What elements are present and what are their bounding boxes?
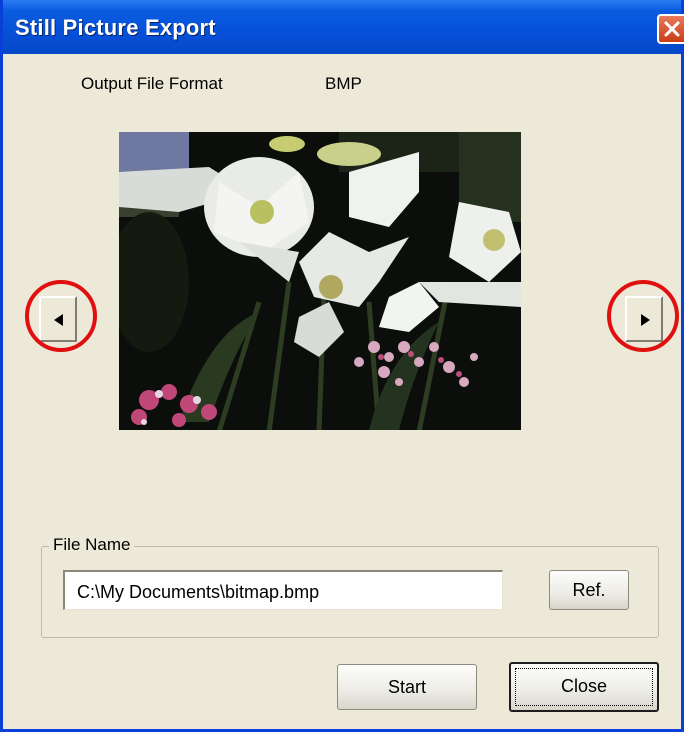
file-path-input[interactable]: C:\My Documents\bitmap.bmp (63, 570, 503, 610)
highlight-ring-left (25, 280, 97, 352)
close-button[interactable]: Close (509, 662, 659, 712)
ref-button-label: Ref. (572, 580, 606, 600)
image-preview (119, 132, 521, 430)
window-close-button[interactable] (657, 14, 684, 44)
file-name-group-label: File Name (49, 535, 135, 555)
title-bar[interactable]: Still Picture Export (3, 0, 684, 54)
start-button[interactable]: Start (337, 664, 477, 710)
ref-button[interactable]: Ref. (549, 570, 629, 610)
output-format-value: BMP (325, 74, 362, 93)
dialog-window: Still Picture Export Output File Format … (0, 0, 684, 732)
output-format-label: Output File Format (81, 74, 223, 93)
close-icon (664, 21, 680, 37)
window-title: Still Picture Export (15, 15, 216, 40)
start-button-label: Start (387, 677, 426, 697)
highlight-ring-right (607, 280, 679, 352)
focus-rectangle (515, 668, 653, 706)
